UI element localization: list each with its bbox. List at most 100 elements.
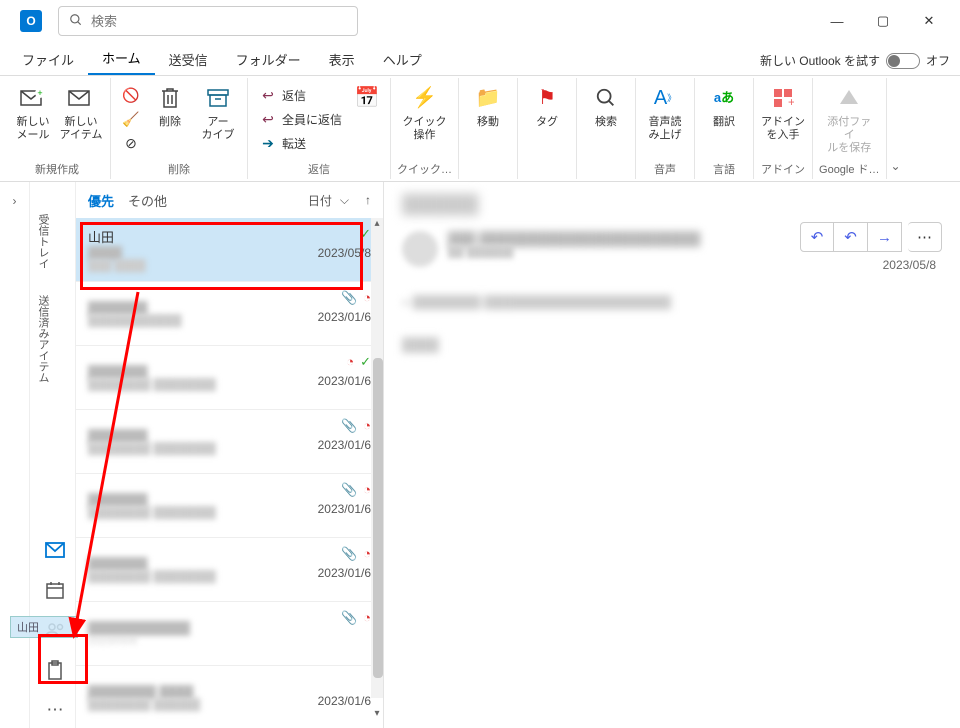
reply-button[interactable]: ↩返信 bbox=[254, 85, 348, 107]
new-outlook-toggle[interactable]: 新しい Outlook を試す オフ bbox=[760, 52, 950, 69]
move-button[interactable]: 📁 移動 bbox=[465, 80, 511, 175]
other-tab[interactable]: その他 bbox=[128, 191, 167, 210]
flag-icon: ◔ bbox=[346, 354, 354, 370]
message-list-scroll[interactable]: 山田 ████ ███ ████ ✓ 2023/05/8 ███████████… bbox=[76, 218, 383, 728]
tab-view[interactable]: 表示 bbox=[315, 44, 369, 75]
scroll-up-icon[interactable]: ▴ bbox=[371, 218, 383, 232]
reply-all-button[interactable]: ↩全員に返信 bbox=[254, 109, 348, 131]
chevron-right-icon: › bbox=[13, 194, 17, 208]
tag-button[interactable]: ⚑ タグ bbox=[524, 80, 570, 175]
minimize-button[interactable]: — bbox=[814, 5, 860, 37]
folder-move-icon: 📁 bbox=[474, 84, 502, 112]
nav-more-icon[interactable]: ⋯ bbox=[43, 698, 67, 722]
flag-icon: ◔ bbox=[363, 482, 371, 498]
nav-tasks-icon[interactable] bbox=[43, 658, 67, 682]
message-row[interactable]: ███████████████ ████████ 📎◔ 2023/01/6 bbox=[76, 410, 383, 474]
svg-text:+: + bbox=[37, 88, 42, 98]
nav-calendar-icon[interactable] bbox=[43, 578, 67, 602]
list-header: 優先 その他 日付⌵ ↑ bbox=[76, 182, 383, 218]
ribbon: + 新しい メール 新しい アイテム 新規作成 🚫 🧹 ⊘ bbox=[0, 76, 960, 182]
ribbon-group-delete: 🚫 🧹 ⊘ 削除 アー カイブ 削除 bbox=[111, 78, 248, 179]
flag-icon: ⚑ bbox=[533, 84, 561, 112]
ignore-icon: 🚫 bbox=[123, 88, 139, 104]
archive-icon bbox=[204, 84, 232, 112]
mail-plus-icon: + bbox=[19, 84, 47, 112]
ignore-button[interactable]: 🚫 bbox=[117, 85, 145, 107]
forward-icon: ➔ bbox=[260, 136, 276, 152]
addins-icon: + bbox=[769, 84, 797, 112]
ribbon-tabs: ファイル ホーム 送受信 フォルダー 表示 ヘルプ 新しい Outlook を試… bbox=[0, 42, 960, 76]
flag-icon: ◔ bbox=[363, 290, 371, 306]
read-aloud-button[interactable]: A》 音声読 み上げ bbox=[642, 80, 688, 159]
new-item-button[interactable]: 新しい アイテム bbox=[58, 80, 104, 159]
message-sender: 山田 bbox=[88, 227, 114, 246]
ribbon-group-move: 📁 移動 bbox=[459, 78, 518, 179]
reading-subject: ██████ bbox=[402, 194, 942, 215]
cleanup-icon: 🧹 bbox=[123, 112, 139, 128]
reply-all-icon: ↩ bbox=[260, 112, 276, 128]
tab-home[interactable]: ホーム bbox=[88, 42, 155, 75]
search-input[interactable] bbox=[91, 14, 347, 29]
archive-button[interactable]: アー カイブ bbox=[195, 80, 241, 159]
title-bar: O — ▢ ✕ bbox=[0, 0, 960, 42]
reply-icon: ↩ bbox=[260, 88, 276, 104]
message-row[interactable]: ███████████████ ████████ 📎◔ 2023/01/6 bbox=[76, 474, 383, 538]
message-row[interactable]: ███████████████████ 📎◔ 2023/01/6 bbox=[76, 282, 383, 346]
nav-mail-icon[interactable] bbox=[43, 538, 67, 562]
window-controls: — ▢ ✕ bbox=[814, 5, 952, 37]
search-icon bbox=[69, 13, 83, 30]
new-outlook-label: 新しい Outlook を試す bbox=[760, 52, 880, 69]
drag-ghost: 山田 bbox=[10, 616, 78, 638]
scroll-down-icon[interactable]: ▾ bbox=[371, 708, 383, 722]
sort-direction-icon[interactable]: ↑ bbox=[365, 193, 371, 207]
sort-button[interactable]: 日付⌵ ↑ bbox=[308, 192, 371, 209]
folder-pane-toggle[interactable]: › bbox=[0, 182, 30, 728]
ribbon-group-speech: A》 音声読 み上げ 音声 bbox=[636, 78, 695, 179]
focused-tab[interactable]: 優先 bbox=[88, 191, 114, 210]
ribbon-collapse-button[interactable]: ⌄ bbox=[887, 78, 905, 179]
ribbon-group-tag: ⚑ タグ bbox=[518, 78, 577, 179]
message-row[interactable]: ████████ ████████████ ██████ 2023/01/6 bbox=[76, 666, 383, 728]
maximize-button[interactable]: ▢ bbox=[860, 5, 906, 37]
message-row[interactable]: ████████████2023/05/8 📎◔ 2023/05/8 bbox=[76, 602, 383, 666]
close-button[interactable]: ✕ bbox=[906, 5, 952, 37]
forward-button[interactable]: ➔転送 bbox=[254, 133, 348, 155]
tab-sendreceive[interactable]: 送受信 bbox=[155, 44, 222, 75]
junk-button[interactable]: ⊘ bbox=[117, 133, 145, 155]
junk-icon: ⊘ bbox=[123, 136, 139, 152]
reading-date: 2023/05/8 bbox=[883, 258, 936, 272]
paperclip-icon: 📎 bbox=[341, 418, 357, 434]
ribbon-group-google: 添付ファイ ルを保存 Google ド… bbox=[813, 78, 887, 179]
cleanup-button[interactable]: 🧹 bbox=[117, 109, 145, 131]
delete-button[interactable]: 削除 bbox=[147, 80, 193, 159]
vtab-sent[interactable]: 送信済みアイテム bbox=[33, 289, 53, 389]
paperclip-icon: 📎 bbox=[341, 482, 357, 498]
ribbon-group-new: + 新しい メール 新しい アイテム 新規作成 bbox=[4, 78, 111, 179]
tab-file[interactable]: ファイル bbox=[8, 44, 88, 75]
app-icon: O bbox=[20, 10, 42, 32]
meeting-icon: 📅 bbox=[353, 84, 381, 112]
gdrive-icon bbox=[835, 84, 863, 112]
toggle-icon[interactable] bbox=[886, 53, 920, 69]
scrollbar-thumb[interactable] bbox=[373, 358, 383, 678]
tab-help[interactable]: ヘルプ bbox=[369, 44, 436, 75]
message-row[interactable]: ███████████████ ████████ 📎◔ 2023/01/6 bbox=[76, 538, 383, 602]
new-mail-button[interactable]: + 新しい メール bbox=[10, 80, 56, 159]
ribbon-group-respond: ↩返信 ↩全員に返信 ➔転送 📅 返信 bbox=[248, 78, 391, 179]
message-row[interactable]: 山田 ████ ███ ████ ✓ 2023/05/8 bbox=[76, 218, 383, 282]
meeting-button[interactable]: 📅 bbox=[350, 80, 384, 159]
message-row[interactable]: ███████████████ ████████ ◔✓ 2023/01/6 bbox=[76, 346, 383, 410]
search-box[interactable] bbox=[58, 6, 358, 36]
vtab-inbox[interactable]: 受信トレイ bbox=[33, 208, 53, 275]
find-button[interactable]: 検索 bbox=[583, 80, 629, 175]
translate-button[interactable]: aあ 翻訳 bbox=[701, 80, 747, 159]
ribbon-group-language: aあ 翻訳 言語 bbox=[695, 78, 754, 179]
trash-icon bbox=[156, 84, 184, 112]
flag-icon: ◔ bbox=[363, 418, 371, 434]
svg-text:+: + bbox=[788, 95, 794, 109]
get-addins-button[interactable]: + アドイン を入手 bbox=[760, 80, 806, 159]
quick-steps-button[interactable]: ⚡ クイック 操作 bbox=[402, 80, 448, 159]
chevron-down-icon: ⌵ bbox=[340, 193, 349, 208]
message-preview: ███ ████ bbox=[88, 260, 371, 272]
tab-folder[interactable]: フォルダー bbox=[222, 44, 315, 75]
